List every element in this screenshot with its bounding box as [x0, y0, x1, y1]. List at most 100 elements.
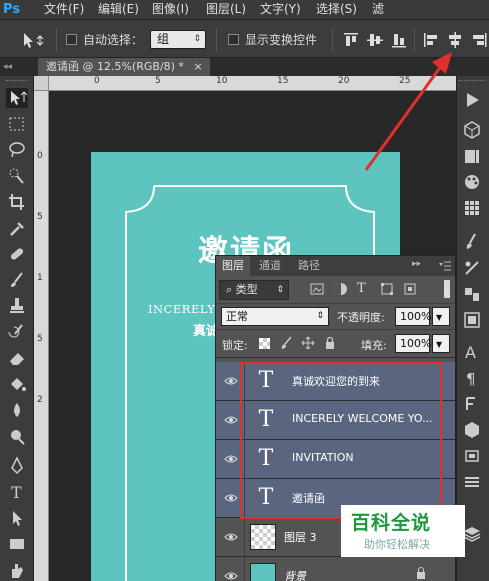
menu-select[interactable]: 选择(S)	[316, 0, 357, 19]
menu-type[interactable]: 文字(Y)	[260, 0, 301, 19]
svg-text:T: T	[11, 483, 22, 502]
filter-pixel-icon[interactable]	[310, 282, 324, 296]
fill-label: 填充:	[361, 339, 387, 352]
healing-brush-tool-icon[interactable]	[6, 244, 28, 264]
fill-input[interactable]: 100%	[395, 334, 431, 353]
swatches-grid-icon[interactable]	[461, 198, 483, 218]
tab-channels[interactable]: 通道	[253, 256, 287, 276]
menu-image[interactable]: 图像(I)	[152, 0, 189, 19]
show-transform-checkbox[interactable]	[228, 34, 239, 45]
filter-toggle-switch[interactable]	[444, 280, 450, 298]
layer-thumbnail	[250, 563, 276, 581]
history-brush-tool-icon[interactable]	[6, 322, 28, 342]
chevron-down-icon: ▼	[436, 313, 443, 322]
document-tab[interactable]: 邀请函 @ 12.5%(RGB/8) * ×	[38, 58, 210, 76]
eye-visibility-icon[interactable]	[224, 569, 238, 581]
3d-cube-icon[interactable]	[461, 120, 483, 140]
eye-visibility-icon[interactable]	[224, 452, 238, 466]
opacity-dropdown[interactable]: ▼	[432, 307, 450, 326]
history-icon[interactable]	[461, 146, 483, 166]
move-tool-icon[interactable]	[6, 88, 28, 108]
character-icon[interactable]: A	[461, 342, 483, 362]
crop-tool-icon[interactable]	[6, 192, 28, 212]
collapse-arrows-icon[interactable]: ◂◂	[3, 62, 23, 72]
chevron-updown-icon: ⇕	[193, 34, 201, 44]
separator	[332, 28, 333, 52]
layer-name: 背景	[284, 570, 306, 581]
eye-visibility-icon[interactable]	[224, 413, 238, 427]
lock-image-pixels-icon[interactable]	[279, 336, 293, 350]
panel-grip	[6, 80, 28, 86]
align-vertical-centers-icon[interactable]	[366, 31, 384, 49]
align-left-edges-icon[interactable]	[422, 31, 440, 49]
blur-tool-icon[interactable]	[6, 400, 28, 420]
ruler-label: 2	[37, 395, 43, 405]
clone-source-icon[interactable]	[461, 446, 483, 466]
adjustments-icon[interactable]	[461, 258, 483, 278]
eye-visibility-icon[interactable]	[224, 374, 238, 388]
filter-type-icon[interactable]: T	[357, 281, 371, 296]
type-tool-icon[interactable]: T	[6, 482, 28, 502]
collapse-arrows-icon[interactable]: ▸▸	[412, 259, 426, 273]
separator	[216, 28, 217, 52]
lock-position-icon[interactable]	[301, 336, 315, 350]
menu-file[interactable]: 文件(F)	[44, 0, 84, 19]
tab-paths[interactable]: 路径	[292, 256, 326, 276]
paint-bucket-tool-icon[interactable]	[6, 374, 28, 394]
paragraph-icon[interactable]: ¶	[461, 368, 483, 388]
hand-tool-icon[interactable]	[6, 560, 28, 580]
lasso-tool-icon[interactable]	[6, 140, 28, 160]
panel-menu-icon[interactable]	[438, 259, 452, 273]
fill-dropdown[interactable]: ▼	[432, 334, 450, 353]
marquee-tool-icon[interactable]	[6, 114, 28, 134]
lock-transparent-pixels-icon[interactable]	[259, 338, 270, 349]
path-selection-tool-icon[interactable]	[6, 508, 28, 528]
menu-filter[interactable]: 滤	[372, 0, 384, 19]
layer-row[interactable]: 背景	[216, 557, 455, 581]
tab-layers[interactable]: 图层	[216, 256, 250, 276]
clone-stamp-tool-icon[interactable]	[6, 296, 28, 316]
pen-tool-icon[interactable]	[6, 456, 28, 476]
blend-mode-value: 正常	[226, 310, 248, 323]
brush-settings-icon[interactable]	[461, 232, 483, 252]
chevron-updown-icon: ⇕	[276, 285, 284, 295]
close-icon[interactable]: ×	[193, 60, 202, 73]
ruler-origin[interactable]	[34, 76, 49, 91]
color-palette-icon[interactable]	[461, 172, 483, 192]
blend-mode-dropdown[interactable]: 正常 ⇕	[221, 307, 329, 326]
move-tool-preset-icon[interactable]	[20, 30, 48, 50]
eyedropper-tool-icon[interactable]	[6, 218, 28, 238]
properties-icon[interactable]	[461, 310, 483, 330]
ruler-label: 5	[155, 76, 161, 86]
align-right-edges-icon[interactable]	[470, 31, 488, 49]
align-horizontal-centers-icon[interactable]	[446, 31, 464, 49]
auto-select-dropdown[interactable]: 组 ⇕	[150, 30, 206, 49]
opacity-input[interactable]: 100%	[395, 307, 431, 326]
align-top-edges-icon[interactable]	[342, 31, 360, 49]
lock-all-icon[interactable]	[323, 336, 337, 350]
filter-smart-object-icon[interactable]	[403, 282, 417, 296]
ruler-label: 15	[277, 76, 289, 86]
styles-icon[interactable]	[461, 284, 483, 304]
3d-object-icon[interactable]	[461, 420, 483, 440]
eraser-tool-icon[interactable]	[6, 348, 28, 368]
ruler-label: 0	[37, 151, 43, 161]
quick-select-tool-icon[interactable]	[6, 166, 28, 186]
filter-adjustment-icon[interactable]	[334, 282, 348, 296]
play-actions-icon[interactable]	[461, 90, 483, 110]
auto-select-checkbox[interactable]	[66, 34, 77, 45]
eye-visibility-icon[interactable]	[224, 530, 238, 544]
filter-kind-label: 类型	[235, 283, 258, 296]
filter-kind-dropdown[interactable]: ⌕ 类型 ⇕	[219, 280, 289, 300]
timeline-icon[interactable]	[461, 472, 483, 492]
brush-tool-icon[interactable]	[6, 270, 28, 290]
align-bottom-edges-icon[interactable]	[390, 31, 408, 49]
rectangle-tool-icon[interactable]	[6, 534, 28, 554]
menu-edit[interactable]: 编辑(E)	[98, 0, 139, 19]
svg-text:A: A	[465, 343, 476, 362]
dodge-tool-icon[interactable]	[6, 426, 28, 446]
filter-shape-icon[interactable]	[380, 282, 394, 296]
menu-layer[interactable]: 图层(L)	[206, 0, 246, 19]
glyphs-icon[interactable]	[461, 394, 483, 414]
eye-visibility-icon[interactable]	[224, 491, 238, 505]
